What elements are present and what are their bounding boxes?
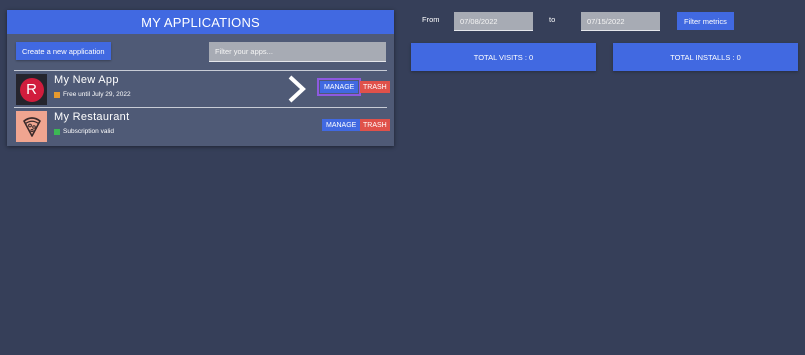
- create-application-button[interactable]: Create a new application: [16, 42, 111, 60]
- app-name: My New App: [54, 74, 119, 86]
- trash-button[interactable]: TRASH: [360, 119, 390, 131]
- trash-button[interactable]: TRASH: [360, 81, 390, 93]
- from-label: From: [422, 15, 440, 24]
- to-label: to: [549, 15, 556, 24]
- app-status-text: Subscription valid: [63, 128, 114, 135]
- from-date-input[interactable]: [454, 12, 533, 31]
- manage-button[interactable]: MANAGE: [316, 78, 362, 96]
- app-name: My Restaurant: [54, 111, 130, 123]
- manage-button[interactable]: MANAGE: [322, 119, 361, 131]
- app-status-text: Free until July 29, 2022: [63, 91, 131, 98]
- applications-panel: MY APPLICATIONS Create a new application…: [7, 10, 394, 146]
- app-status: Free until July 29, 2022: [54, 91, 131, 98]
- app-list-item[interactable]: My Restaurant Subscription valid MANAGE …: [14, 107, 390, 143]
- filter-metrics-button[interactable]: Filter metrics: [677, 12, 734, 30]
- r-logo-icon: R: [16, 74, 47, 105]
- dashboard: MY APPLICATIONS Create a new application…: [0, 0, 805, 355]
- app-list-item[interactable]: R My New App Free until July 29, 2022 MA…: [14, 70, 390, 106]
- applications-toolbar: Create a new application: [7, 34, 394, 71]
- applications-panel-title: MY APPLICATIONS: [7, 10, 394, 34]
- app-status: Subscription valid: [54, 128, 114, 135]
- total-visits-card: TOTAL VISITS : 0: [411, 43, 596, 71]
- total-installs-card: TOTAL INSTALLS : 0: [613, 43, 798, 71]
- filter-apps-input[interactable]: [209, 42, 386, 62]
- pizza-icon: [16, 111, 47, 142]
- to-date-input[interactable]: [581, 12, 660, 31]
- status-indicator-icon: [54, 128, 60, 135]
- status-indicator-icon: [54, 91, 60, 98]
- chevron-right-icon: [288, 75, 306, 103]
